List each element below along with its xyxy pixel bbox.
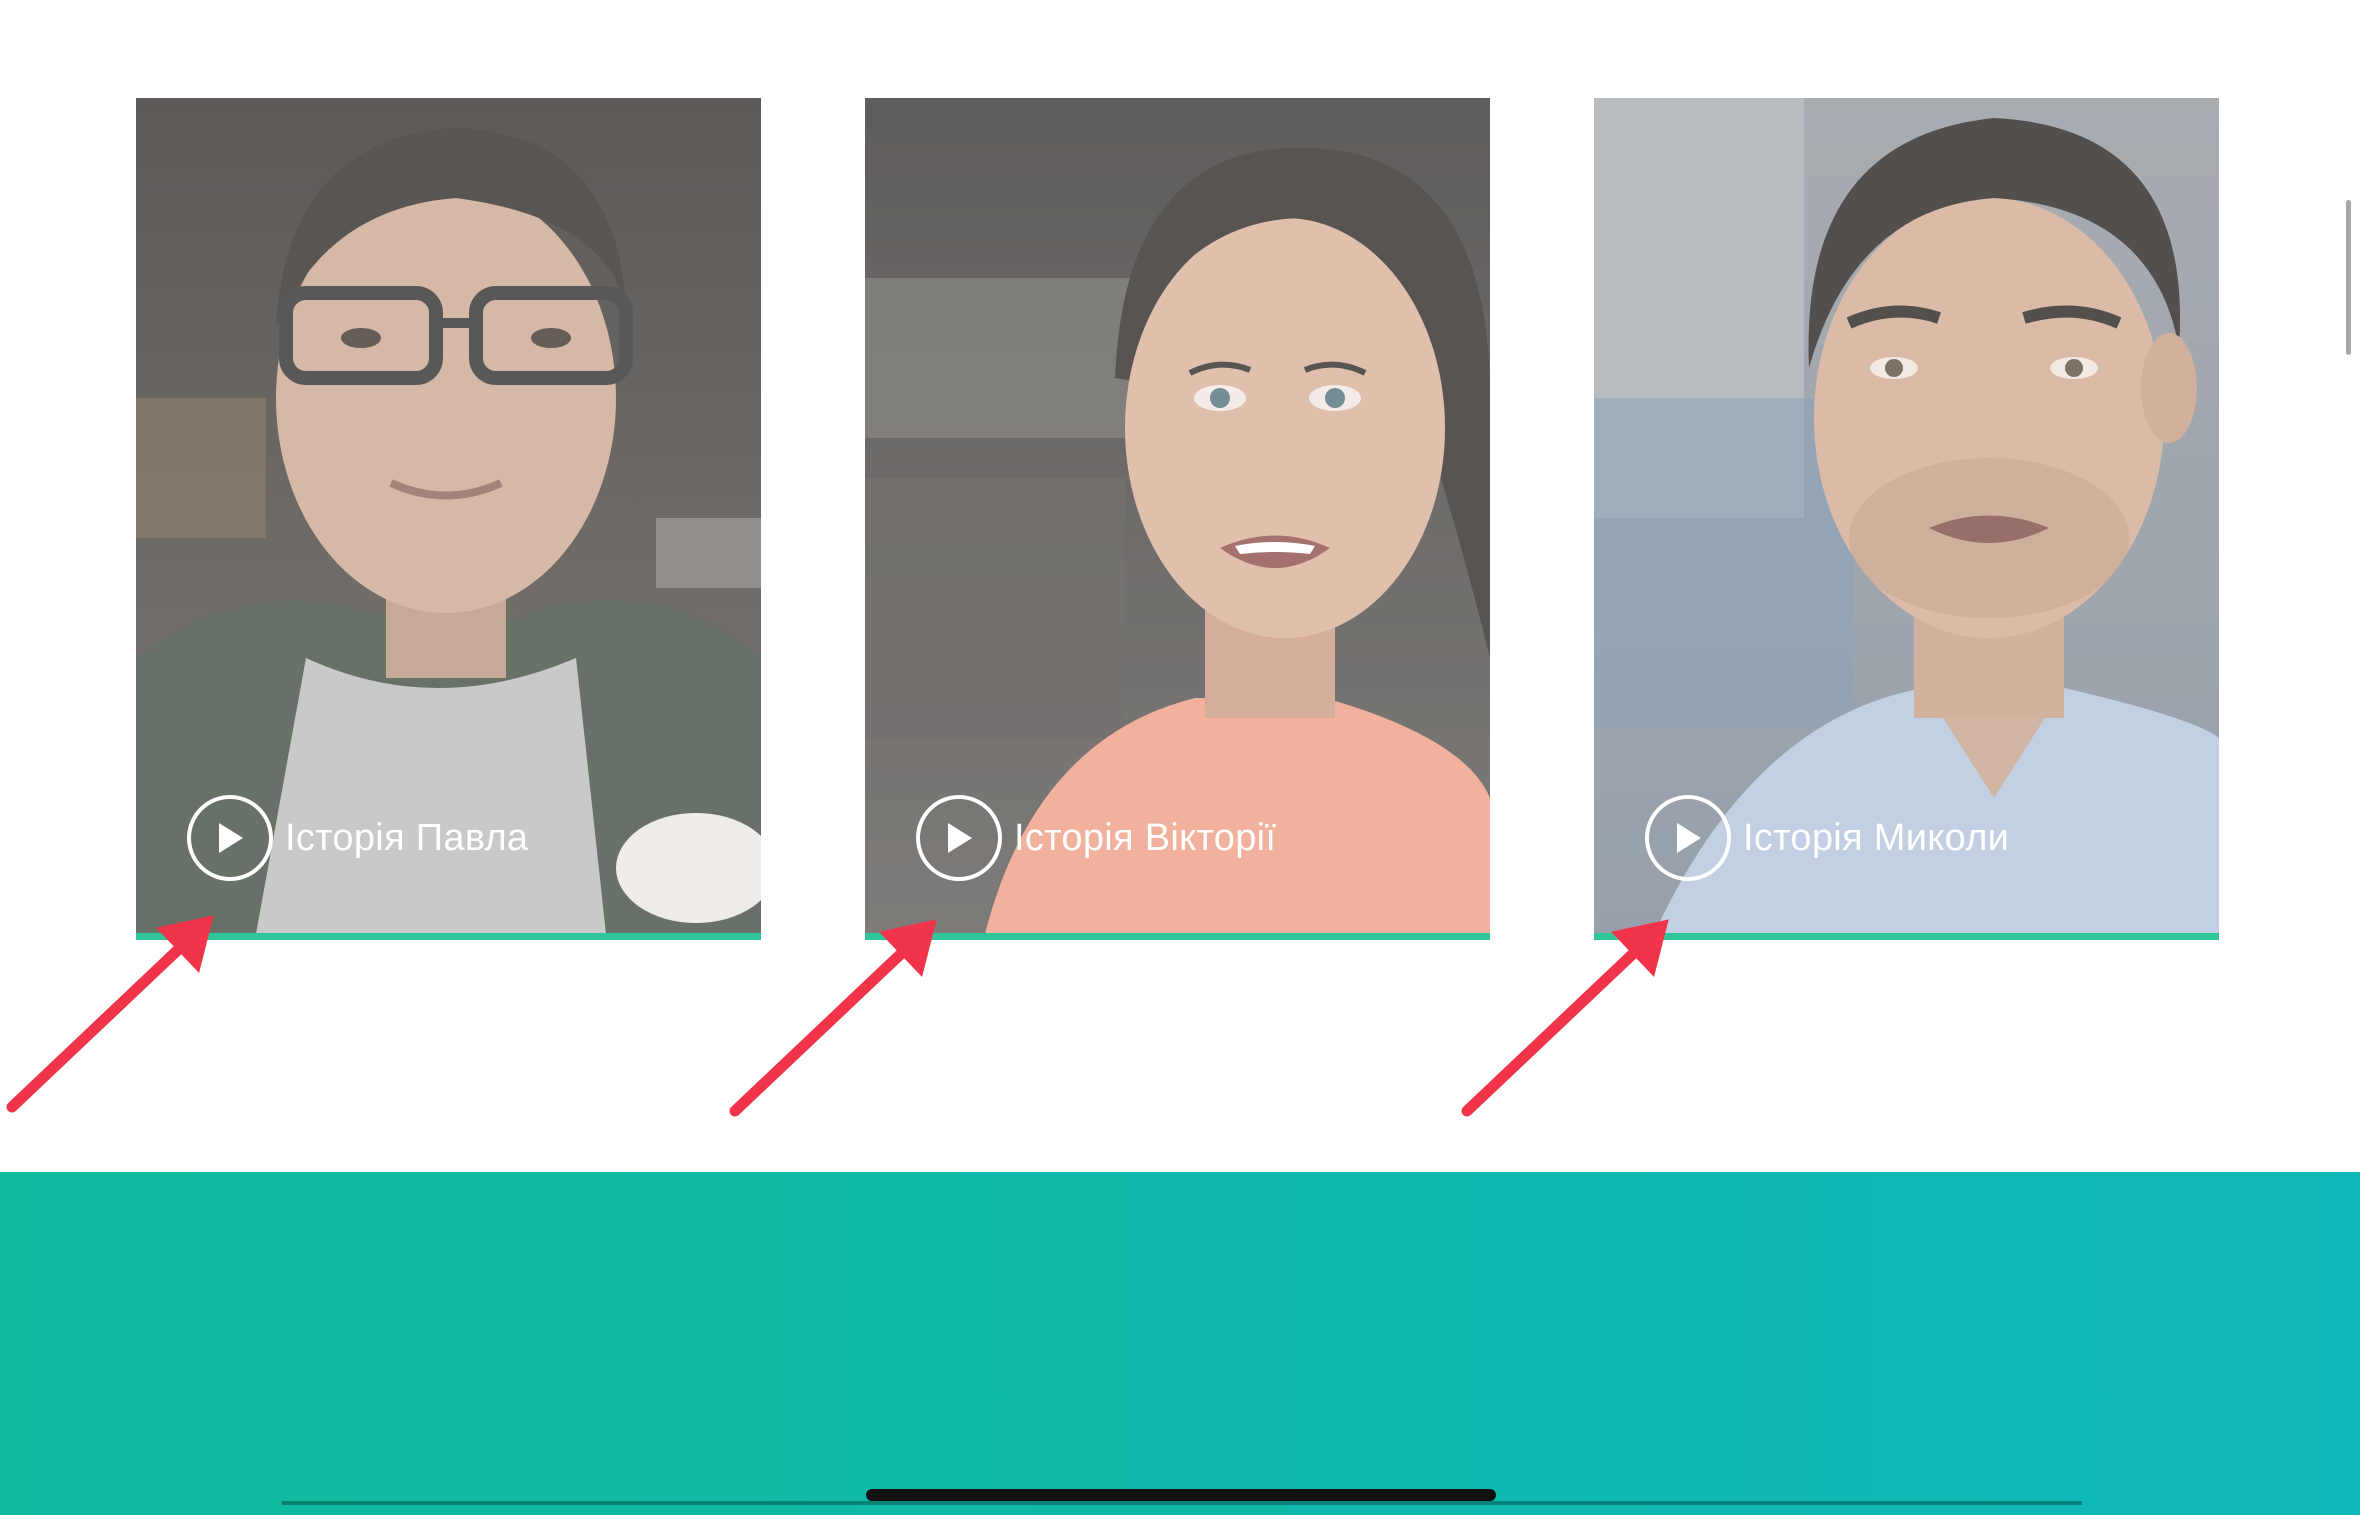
accent-bar	[136, 933, 761, 940]
home-indicator[interactable]	[866, 1489, 1496, 1501]
story-label[interactable]: Історія Павла	[285, 817, 528, 860]
arrow-icon	[6, 940, 188, 1113]
story-label[interactable]: Історія Вікторії	[1014, 817, 1276, 860]
footer-band	[0, 1172, 2360, 1515]
play-icon[interactable]	[1645, 795, 1731, 881]
scrollbar-thumb[interactable]	[2346, 200, 2351, 355]
story-play[interactable]: Історія Вікторії	[916, 795, 1276, 881]
bottom-divider	[282, 1501, 2082, 1505]
accent-bar	[865, 933, 1490, 940]
story-card-viktoriia[interactable]: Історія Вікторії	[865, 98, 1490, 940]
story-play[interactable]: Історія Павла	[187, 795, 528, 881]
story-card-mykola[interactable]: Історія Миколи	[1594, 98, 2219, 940]
play-icon[interactable]	[916, 795, 1002, 881]
story-play[interactable]: Історія Миколи	[1645, 795, 2009, 881]
story-label[interactable]: Історія Миколи	[1743, 817, 2009, 860]
arrow-icon	[729, 944, 911, 1117]
play-icon[interactable]	[187, 795, 273, 881]
accent-bar	[1594, 933, 2219, 940]
arrow-icon	[1461, 944, 1643, 1117]
story-card-pavlo[interactable]: Історія Павла	[136, 98, 761, 940]
